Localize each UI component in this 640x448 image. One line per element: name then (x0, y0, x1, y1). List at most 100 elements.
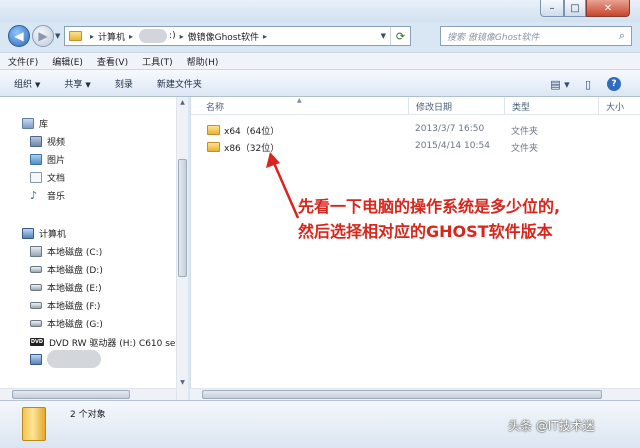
view-options-icon[interactable]: ▤ ▾ (545, 75, 575, 93)
arrow-right-icon: ▶ (38, 29, 48, 43)
breadcrumb-current-folder[interactable]: 傲镜像Ghost软件 (188, 30, 259, 43)
address-history-dropdown[interactable]: ▼ (381, 32, 386, 40)
back-button[interactable]: ◀ (8, 25, 30, 47)
burn-button[interactable]: 刻录 (115, 77, 133, 90)
forward-button[interactable]: ▶ (32, 25, 54, 47)
file-type: 文件夹 (511, 144, 539, 154)
dvd-drive-icon: DVD (30, 338, 44, 346)
tree-item-library[interactable]: 库 (22, 115, 48, 131)
menu-view[interactable]: 查看(V) (97, 55, 128, 68)
tree-item-label: 本地磁盘 (E:) (47, 283, 102, 294)
tree-item-label: 本地磁盘 (D:) (47, 265, 103, 276)
video-icon (30, 135, 42, 147)
file-type: 文件夹 (511, 127, 539, 137)
chevron-right-icon[interactable]: ▸ (129, 32, 133, 41)
tree-item-label: 本地磁盘 (F:) (47, 301, 101, 312)
tree-item-videos[interactable]: 视频 (30, 133, 65, 149)
tree-item-label: 图片 (47, 155, 66, 166)
chevron-right-icon[interactable]: ▸ (90, 32, 94, 41)
hard-drive-icon (30, 319, 42, 327)
navpane-horizontal-scrollbar[interactable] (0, 388, 176, 400)
file-row-x86[interactable]: x86（32位） 2015/4/14 10:54 文件夹 (191, 139, 640, 155)
chevron-right-icon[interactable]: ▸ (263, 32, 267, 41)
file-row-x64[interactable]: x64（64位） 2013/3/7 16:50 文件夹 (191, 122, 640, 138)
hard-drive-icon (30, 283, 42, 291)
column-header-name[interactable]: 名称 (199, 97, 409, 115)
menu-tools[interactable]: 工具(T) (142, 55, 173, 68)
chevron-right-icon[interactable]: ▸ (180, 32, 184, 41)
scrollbar-thumb[interactable] (202, 390, 602, 399)
tree-item-label: DVD RW 驱动器 (H:) C610 se (49, 338, 176, 349)
search-icon[interactable]: ⌕ (613, 29, 631, 43)
address-bar[interactable]: ▸ 计算机 ▸ :) ▸ 傲镜像Ghost软件 ▸ ▼ ⟳ (64, 26, 411, 46)
tree-item-label: 计算机 (39, 229, 67, 240)
hard-drive-icon (30, 301, 42, 309)
folder-icon (207, 125, 220, 135)
tree-item-pictures[interactable]: 图片 (30, 151, 65, 167)
help-icon[interactable]: ? (606, 75, 622, 93)
navpane-scrollbar[interactable]: ▲ ▼ (176, 97, 188, 400)
large-folder-icon (22, 407, 46, 441)
refresh-icon[interactable]: ⟳ (390, 27, 410, 45)
menu-bar: 文件(F) 编辑(E) 查看(V) 工具(T) 帮助(H) (0, 52, 640, 69)
preview-pane-icon[interactable]: ▯ (580, 75, 596, 93)
breadcrumb-computer[interactable]: 计算机 (98, 30, 125, 43)
tree-item-redacted[interactable] (30, 350, 101, 368)
search-box[interactable]: 搜索 傲镜像Ghost软件 ⌕ (440, 26, 632, 46)
maximize-button[interactable]: □ (564, 0, 586, 17)
tree-item-computer[interactable]: 计算机 (22, 225, 66, 241)
file-name: x64（64位） (224, 127, 280, 137)
system-drive-icon (30, 245, 42, 257)
minimize-button[interactable]: – (540, 0, 564, 17)
recent-pages-dropdown[interactable]: ▼ (55, 32, 60, 40)
navigation-pane: 库 视频 图片 文档 ♪ 音乐 计算机 本地磁盘 (C:) 本地磁盘 (D:) (0, 97, 188, 400)
share-button[interactable]: 共享 ▼ (64, 77, 90, 90)
folder-icon (207, 142, 220, 152)
search-input[interactable]: 搜索 傲镜像Ghost软件 (447, 30, 613, 43)
file-list: ▲ 名称 修改日期 类型 大小 x64（64位） 2013/3/7 16:50 … (190, 97, 640, 400)
watermark: 头条 @IT技术迷 (508, 419, 595, 433)
redacted-region (47, 350, 101, 368)
network-drive-icon (30, 353, 42, 365)
menu-edit[interactable]: 编辑(E) (52, 55, 83, 68)
scrollbar-thumb[interactable] (12, 390, 130, 399)
file-modified: 2013/3/7 16:50 (415, 124, 485, 134)
tree-item-drive-g[interactable]: 本地磁盘 (G:) (30, 315, 103, 331)
tree-item-music[interactable]: ♪ 音乐 (30, 187, 65, 203)
explorer-window: – □ ✕ ◀ ▶ ▼ ▸ 计算机 ▸ :) ▸ 傲镜像Ghost软件 ▸ ▼ … (0, 0, 640, 448)
scrollbar-thumb[interactable] (178, 159, 187, 277)
caret-down-icon: ▼ (35, 80, 41, 89)
redacted-region (139, 29, 168, 43)
file-list-horizontal-scrollbar[interactable] (190, 388, 640, 400)
column-header-modified[interactable]: 修改日期 (409, 97, 505, 115)
tree-item-drive-f[interactable]: 本地磁盘 (F:) (30, 297, 100, 313)
column-header-type[interactable]: 类型 (505, 97, 599, 115)
tree-item-dvd-drive[interactable]: DVD DVD RW 驱动器 (H:) C610 se (30, 334, 175, 350)
column-header-size[interactable]: 大小 (599, 97, 640, 115)
tree-item-label: 库 (39, 119, 49, 130)
scroll-down-icon[interactable]: ▼ (177, 377, 188, 388)
organize-button[interactable]: 组织 ▼ (14, 77, 40, 90)
tree-item-label: 文档 (47, 173, 66, 184)
tree-item-drive-c[interactable]: 本地磁盘 (C:) (30, 243, 102, 259)
navigation-row: ◀ ▶ ▼ ▸ 计算机 ▸ :) ▸ 傲镜像Ghost软件 ▸ ▼ ⟳ 搜索 傲… (0, 22, 640, 52)
annotation-line-1: 先看一下电脑的操作系统是多少位的, (298, 197, 561, 216)
scroll-up-icon[interactable]: ▲ (177, 97, 188, 108)
tree-item-drive-e[interactable]: 本地磁盘 (E:) (30, 279, 102, 295)
document-icon (30, 171, 42, 183)
breadcrumb-drive[interactable]: :) (169, 31, 176, 41)
command-bar: 组织 ▼ 共享 ▼ 刻录 新建文件夹 ▤ ▾ ▯ ? (0, 69, 640, 97)
hard-drive-icon (30, 265, 42, 273)
tree-item-documents[interactable]: 文档 (30, 169, 65, 185)
new-folder-button[interactable]: 新建文件夹 (157, 77, 202, 90)
tree-item-drive-d[interactable]: 本地磁盘 (D:) (30, 261, 103, 277)
tree-item-label: 视频 (47, 137, 66, 148)
arrow-left-icon: ◀ (14, 29, 24, 43)
close-button[interactable]: ✕ (586, 0, 630, 17)
picture-icon (30, 153, 42, 165)
music-note-icon: ♪ (30, 188, 38, 202)
caret-down-icon: ▼ (85, 80, 91, 89)
menu-help[interactable]: 帮助(H) (187, 55, 219, 68)
menu-file[interactable]: 文件(F) (8, 55, 38, 68)
computer-icon (22, 227, 34, 239)
